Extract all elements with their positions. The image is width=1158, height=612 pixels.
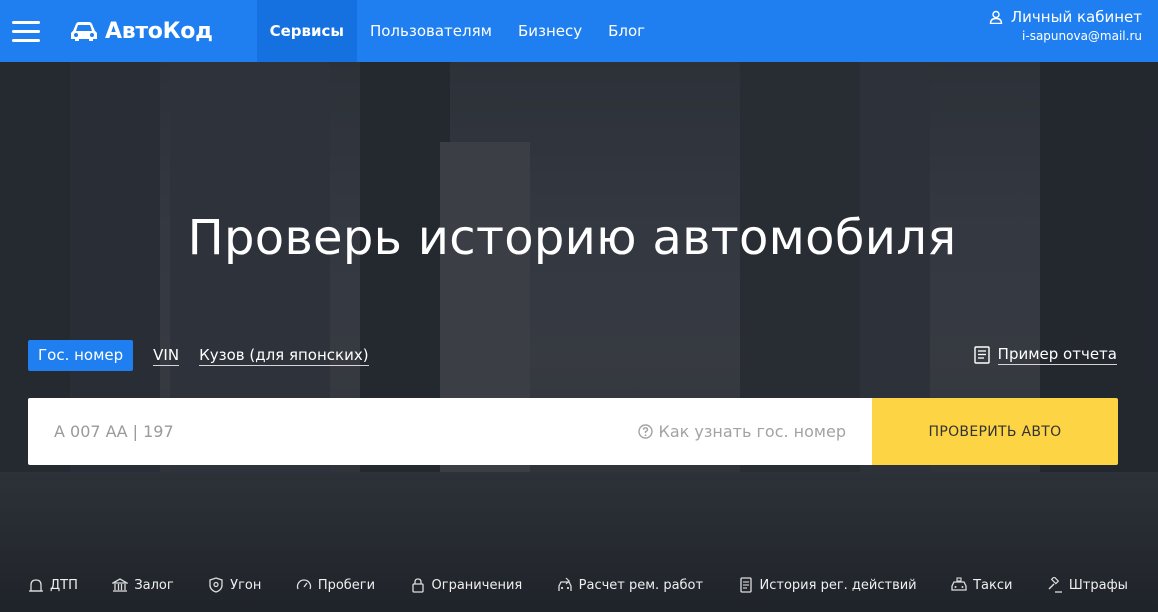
services-list: ДТП Залог Угон Пробеги Ограничения Расче… [28, 577, 1128, 593]
service-item-theft[interactable]: Угон [208, 577, 261, 593]
service-item-mileage[interactable]: Пробеги [296, 577, 375, 593]
hero-headline: Проверь историю автомобиля [187, 210, 957, 266]
service-label: Ограничения [431, 577, 523, 593]
search-field: Как узнать гос. номер [28, 398, 872, 465]
plate-hint-label: Как узнать гос. номер [658, 422, 846, 441]
bank-icon [112, 578, 129, 592]
top-header: АвтоКод Сервисы Пользователям Бизнесу Бл… [0, 0, 1158, 62]
tab-plate-number[interactable]: Гос. номер [28, 340, 134, 371]
check-car-button[interactable]: ПРОВЕРИТЬ АВТО [872, 398, 1118, 465]
service-label: ДТП [50, 577, 78, 593]
example-report-label: Пример отчета [997, 345, 1117, 365]
car-logo-icon [71, 22, 97, 41]
question-icon [637, 424, 653, 439]
service-label: Такси [973, 577, 1013, 593]
service-item-pledge[interactable]: Залог [112, 577, 174, 593]
service-label: Пробеги [317, 577, 376, 593]
gavel-icon [1048, 577, 1062, 593]
logo-text: АвтоКод [105, 18, 213, 44]
service-label: Расчет рем. работ [578, 577, 704, 593]
account-email: i-sapunova@mail.ru [1022, 29, 1142, 43]
nav-item-services[interactable]: Сервисы [256, 0, 357, 62]
service-label: История рег. действий [759, 577, 917, 593]
nav-item-business[interactable]: Бизнесу [505, 0, 595, 62]
report-icon [973, 346, 990, 364]
service-item-taxi[interactable]: Такси [951, 577, 1012, 593]
nav-item-blog[interactable]: Блог [595, 0, 658, 62]
user-icon [989, 10, 1003, 24]
plate-hint-link[interactable]: Как узнать гос. номер [637, 398, 846, 465]
service-item-fines[interactable]: Штрафы [1047, 577, 1128, 593]
service-item-dtp[interactable]: ДТП [28, 577, 78, 593]
tab-body-number[interactable]: Кузов (для японских) [199, 346, 369, 366]
search-bar: Как узнать гос. номер ПРОВЕРИТЬ АВТО [28, 398, 1118, 465]
plate-number-input[interactable] [54, 422, 474, 441]
service-label: Угон [230, 577, 262, 593]
menu-icon[interactable] [4, 0, 48, 62]
service-item-repair[interactable]: Расчет рем. работ [557, 577, 703, 593]
tab-vin[interactable]: VIN [153, 346, 180, 366]
service-label: Залог [134, 577, 174, 593]
speedometer-icon [296, 579, 311, 590]
account-block[interactable]: Личный кабинет i-sapunova@mail.ru [989, 8, 1142, 43]
wrench-car-icon [558, 577, 572, 591]
account-label[interactable]: Личный кабинет [1011, 8, 1142, 26]
service-label: Штрафы [1068, 577, 1128, 593]
example-report-link[interactable]: Пример отчета [973, 345, 1117, 365]
taxi-icon [951, 577, 967, 591]
service-item-registration-history[interactable]: История рег. действий [738, 577, 917, 593]
crash-icon [29, 579, 43, 592]
main-nav: Сервисы Пользователям Бизнесу Блог [256, 0, 658, 62]
search-type-tabs: Гос. номер VIN Кузов (для японских) [28, 340, 369, 371]
shield-icon [209, 577, 223, 593]
service-item-restrictions[interactable]: Ограничения [410, 577, 523, 593]
nav-item-users[interactable]: Пользователям [357, 0, 505, 62]
logo[interactable]: АвтоКод [70, 0, 213, 62]
lock-icon [411, 578, 424, 593]
hero-overlay [0, 62, 1158, 612]
document-icon [739, 577, 752, 593]
hero-section: Проверь историю автомобиля Гос. номер VI… [0, 62, 1158, 612]
